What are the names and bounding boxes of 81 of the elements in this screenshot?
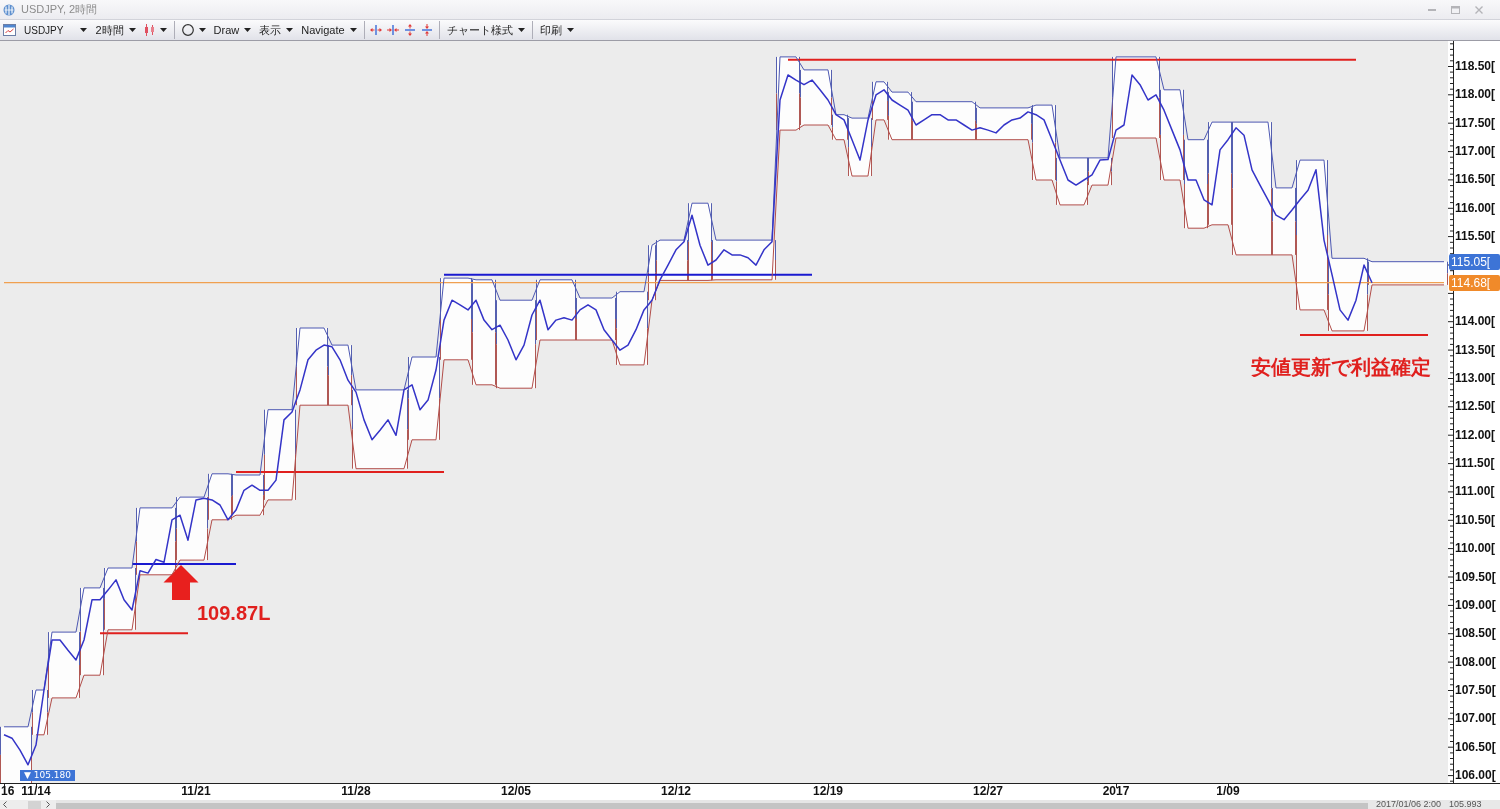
minimize-icon[interactable] bbox=[1428, 8, 1436, 11]
up-arrow[interactable] bbox=[163, 565, 199, 600]
y-tick-label: 116.50[ bbox=[1455, 172, 1496, 187]
status-price: 105.993 bbox=[1449, 800, 1482, 809]
chart-window-icon[interactable] bbox=[3, 24, 16, 36]
y-tick-label: 117.50[ bbox=[1455, 115, 1496, 130]
horizontal-scrollbar[interactable] bbox=[0, 800, 56, 809]
y-tick-label: 113.00[ bbox=[1455, 370, 1496, 385]
y-tick-label: 109.00[ bbox=[1455, 597, 1496, 612]
date-label: 12/27 bbox=[973, 784, 1003, 798]
stretch-vertical-icon bbox=[404, 24, 417, 36]
price-tag: 114.68[ bbox=[1449, 274, 1500, 291]
horizontal-line[interactable] bbox=[787, 58, 1357, 61]
y-tick-label: 109.50[ bbox=[1455, 569, 1496, 584]
scrollbar-track[interactable] bbox=[56, 803, 1368, 809]
caret-down-icon bbox=[128, 28, 136, 32]
horizontal-line[interactable] bbox=[443, 273, 813, 276]
chevron-right-icon[interactable] bbox=[46, 801, 50, 808]
app-logo-icon bbox=[3, 3, 15, 16]
window-title: USDJPY, 2時間 bbox=[21, 2, 98, 17]
caret-down-icon bbox=[349, 28, 357, 32]
timeframe-dropdown[interactable]: 2時間 bbox=[91, 20, 140, 40]
maximize-icon[interactable] bbox=[1451, 5, 1460, 14]
date-label: 11/28 bbox=[341, 784, 371, 798]
symbol-dropdown[interactable]: USDJPY bbox=[20, 20, 92, 40]
stretch-horizontal-icon bbox=[370, 24, 383, 36]
horizontal-line[interactable] bbox=[235, 471, 445, 474]
horizontal-line[interactable] bbox=[99, 632, 189, 635]
caret-down-icon bbox=[517, 28, 525, 32]
scrollbar-thumb[interactable] bbox=[28, 800, 41, 809]
menu-dropdown[interactable]: Draw bbox=[209, 20, 256, 40]
date-label: 12/19 bbox=[813, 784, 843, 798]
print-dropdown[interactable]: 印刷 bbox=[535, 20, 578, 40]
price-tag: 115.05[ bbox=[1449, 253, 1500, 270]
caret-down-icon bbox=[198, 28, 206, 32]
y-tick-label: 114.00[ bbox=[1455, 314, 1496, 329]
y-tick-label: 107.00[ bbox=[1455, 711, 1496, 726]
y-tick-label: 110.50[ bbox=[1455, 512, 1496, 527]
chart-style-dropdown[interactable]: チャート様式 bbox=[442, 20, 529, 40]
date-label: 11/21 bbox=[181, 784, 211, 798]
y-tick-label: 110.00[ bbox=[1455, 541, 1496, 556]
y-tick-label: 118.00[ bbox=[1455, 87, 1496, 102]
date-label: 2017 bbox=[1102, 784, 1130, 798]
horizontal-line[interactable] bbox=[1299, 333, 1429, 336]
caret-down-icon bbox=[159, 28, 167, 32]
menu-dropdown[interactable]: 表示 bbox=[255, 20, 298, 40]
caret-down-icon bbox=[244, 28, 252, 32]
compress-horizontal-icon bbox=[387, 24, 400, 36]
date-label: 16 bbox=[1, 784, 15, 798]
candlestick-icon bbox=[143, 24, 155, 36]
close-icon[interactable] bbox=[1475, 5, 1483, 14]
y-tick-label: 112.50[ bbox=[1455, 399, 1496, 414]
y-tick-label: 117.00[ bbox=[1455, 144, 1496, 159]
range-box bbox=[208, 473, 232, 521]
low-price-tag: ▼ 105.180 bbox=[20, 770, 75, 781]
chevron-left-icon[interactable] bbox=[3, 801, 7, 808]
circle-icon bbox=[181, 24, 194, 36]
annotation-text: 安値更新で利益確定 bbox=[1251, 356, 1431, 378]
y-tick-label: 107.50[ bbox=[1455, 682, 1496, 697]
y-tick-label: 111.00[ bbox=[1455, 484, 1495, 499]
y-tick-label: 111.50[ bbox=[1455, 456, 1495, 471]
date-label: 1/09 bbox=[1216, 784, 1240, 798]
status-time: 2017/01/06 2:00 bbox=[1376, 800, 1442, 809]
date-label: 12/05 bbox=[501, 784, 531, 798]
date-label: 12/12 bbox=[661, 784, 691, 798]
date-label: 11/14 bbox=[21, 784, 51, 798]
caret-down-icon bbox=[80, 28, 88, 32]
y-tick-label: 106.00[ bbox=[1455, 768, 1496, 783]
compress-vertical-icon bbox=[421, 24, 434, 36]
y-tick-label: 115.50[ bbox=[1455, 229, 1496, 244]
y-tick-label: 113.50[ bbox=[1455, 342, 1496, 357]
y-tick-label: 108.00[ bbox=[1455, 654, 1496, 669]
y-tick-label: 118.50[ bbox=[1455, 58, 1496, 73]
y-tick-label: 116.00[ bbox=[1455, 200, 1496, 215]
annotation-text: 109.87L bbox=[197, 602, 271, 624]
y-tick-label: 108.50[ bbox=[1455, 626, 1496, 641]
caret-down-icon bbox=[566, 28, 574, 32]
y-tick-label: 106.50[ bbox=[1455, 739, 1496, 754]
menu-dropdown[interactable]: Navigate bbox=[297, 20, 361, 40]
caret-down-icon bbox=[286, 28, 294, 32]
y-tick-label: 112.00[ bbox=[1455, 427, 1496, 442]
